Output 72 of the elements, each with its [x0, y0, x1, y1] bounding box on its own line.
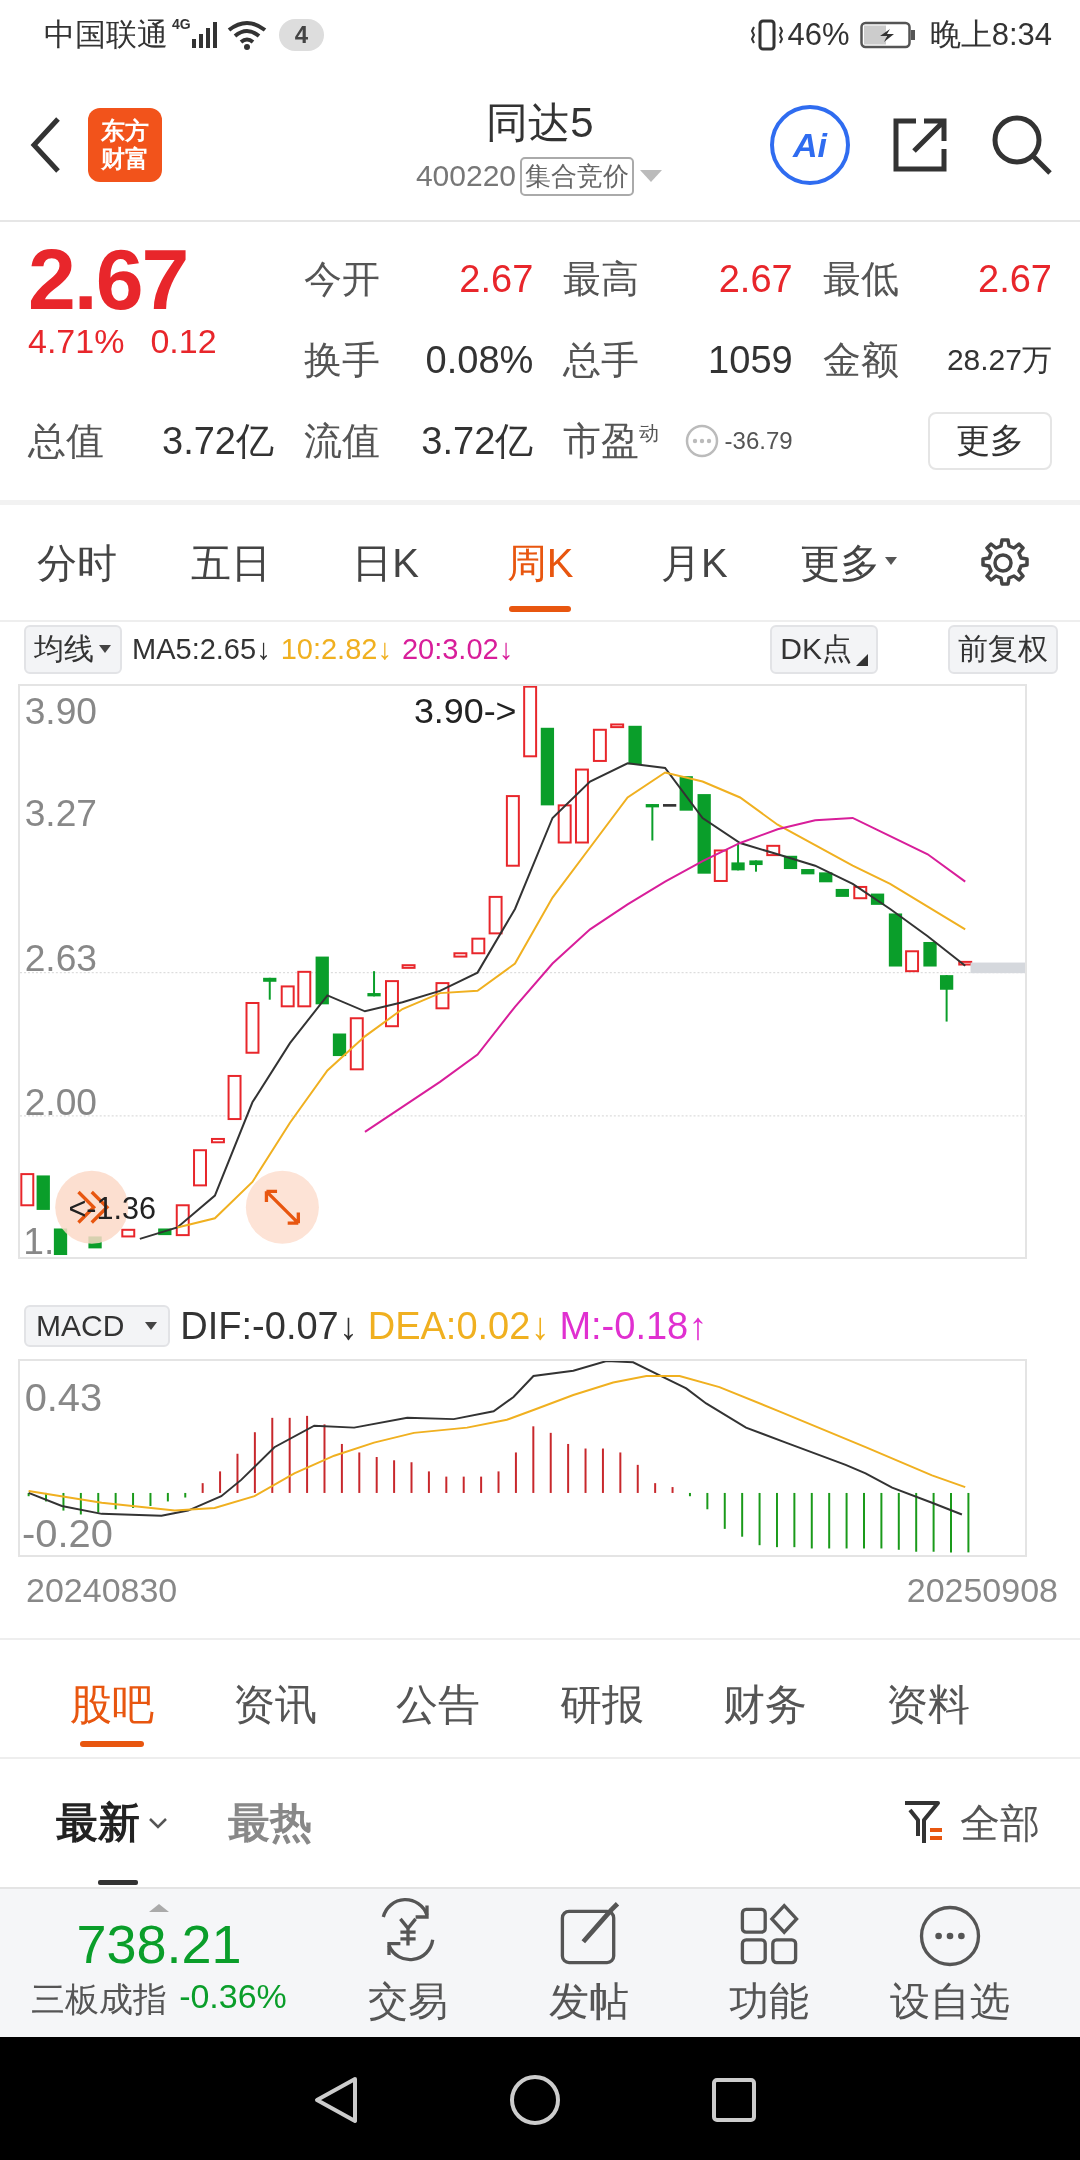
axis-label: 2.63 [24, 937, 98, 980]
stock-title: 同达5 [485, 97, 595, 148]
axis-label: 1. [23, 1219, 55, 1257]
news-tab[interactable]: 财务 [723, 1664, 807, 1735]
period-tab[interactable]: 日K [352, 527, 420, 598]
indicator-dropdown[interactable]: 均线 [24, 624, 122, 674]
status-tag: 集合竞价 [520, 156, 635, 196]
stat-label: 最高 [563, 256, 640, 302]
stat-value: 3.72亿 [162, 418, 274, 464]
stat-label: 最低 [822, 256, 899, 302]
stat-label: 换手 [304, 337, 380, 383]
more-button[interactable]: 更多 [928, 412, 1052, 470]
index-change: -0.36% [179, 1977, 287, 2017]
period-tab[interactable]: 五日 [191, 527, 272, 598]
stat-value: 28.27万 [946, 341, 1052, 378]
sort-tab[interactable]: 最热 [228, 1793, 312, 1853]
macd-value: DEA:0.02↓ [367, 1304, 550, 1348]
stat-label: 今开 [304, 256, 380, 302]
action-button[interactable]: 功能 [729, 1897, 810, 2029]
axis-label: 0.43 [24, 1375, 103, 1420]
period-tab[interactable]: 更多 [799, 527, 898, 598]
period-tab[interactable]: 月K [660, 527, 728, 598]
stat-value: 2.67 [978, 257, 1052, 301]
stat-value: 2.67 [718, 257, 793, 301]
news-tab[interactable]: 资讯 [233, 1664, 317, 1735]
news-tab[interactable]: 股吧 [69, 1664, 154, 1735]
indicator-dropdown[interactable]: MACD [24, 1305, 171, 1347]
action-button[interactable]: 交易 [368, 1897, 449, 2029]
max-price-label: 3.90 [24, 690, 98, 733]
stock-code: 400220 [415, 159, 517, 193]
index-name: 三板成指 [31, 1979, 168, 2020]
sort-tab[interactable]: 最新 [56, 1793, 168, 1853]
app-logo: 东方 财富 [88, 108, 162, 182]
news-tab[interactable]: 公告 [396, 1664, 481, 1735]
filter-button[interactable]: 全部 [902, 1795, 1040, 1851]
stat-label: 市盈$^{动}$ [563, 418, 660, 464]
index-value: 738.21 [76, 1913, 242, 1975]
clock-time: 晚上8:34 [929, 16, 1052, 54]
ma-value: 20:3.02↓ [401, 632, 514, 666]
chart-option-button[interactable]: DK点 [770, 624, 878, 674]
high-price-label: 3.90-> [413, 691, 517, 732]
macd-value: M:-0.18↑ [559, 1304, 708, 1348]
stat-label: 金额 [822, 337, 899, 383]
period-tab[interactable]: 周K [506, 527, 574, 598]
chart-option-button[interactable]: 前复权 [948, 624, 1058, 674]
index-ticker[interactable]: 738.21 三板成指 -0.36% [0, 1903, 318, 2023]
action-button[interactable]: 设自选 [889, 1897, 1010, 2029]
network-type: 4G [172, 16, 191, 32]
notification-badge: 4 [278, 19, 325, 51]
battery-percent: 46% [787, 17, 850, 53]
stat-label: 总手 [563, 337, 640, 383]
stat-label: 流值 [304, 418, 380, 464]
news-tab[interactable]: 研报 [559, 1664, 644, 1735]
date-label: 20250908 [906, 1571, 1058, 1611]
stat-value: 1059 [708, 338, 793, 382]
ai-button[interactable]: Ai [770, 105, 850, 185]
stat-value: 2.67 [459, 257, 534, 301]
date-label: 20240830 [26, 1571, 178, 1611]
action-button[interactable]: 发帖 [548, 1897, 629, 2029]
axis-label: 3.27 [24, 791, 98, 834]
stat-value: 0.08% [425, 338, 534, 382]
axis-label: -0.20 [22, 1511, 113, 1555]
news-tab[interactable]: 资料 [886, 1664, 971, 1735]
stat-label: 总值 [28, 418, 104, 464]
axis-label: 2.00 [24, 1080, 98, 1123]
period-tab[interactable]: 分时 [37, 527, 118, 598]
stat-value: -36.79 [724, 427, 793, 455]
carrier-text: 中国联通 [44, 16, 168, 54]
stat-value: 3.72亿 [421, 418, 534, 464]
macd-value: DIF:-0.07↓ [180, 1304, 358, 1348]
ma-value: MA5:2.65↓ [132, 632, 271, 666]
ma-value: 10:2.82↓ [280, 632, 392, 666]
